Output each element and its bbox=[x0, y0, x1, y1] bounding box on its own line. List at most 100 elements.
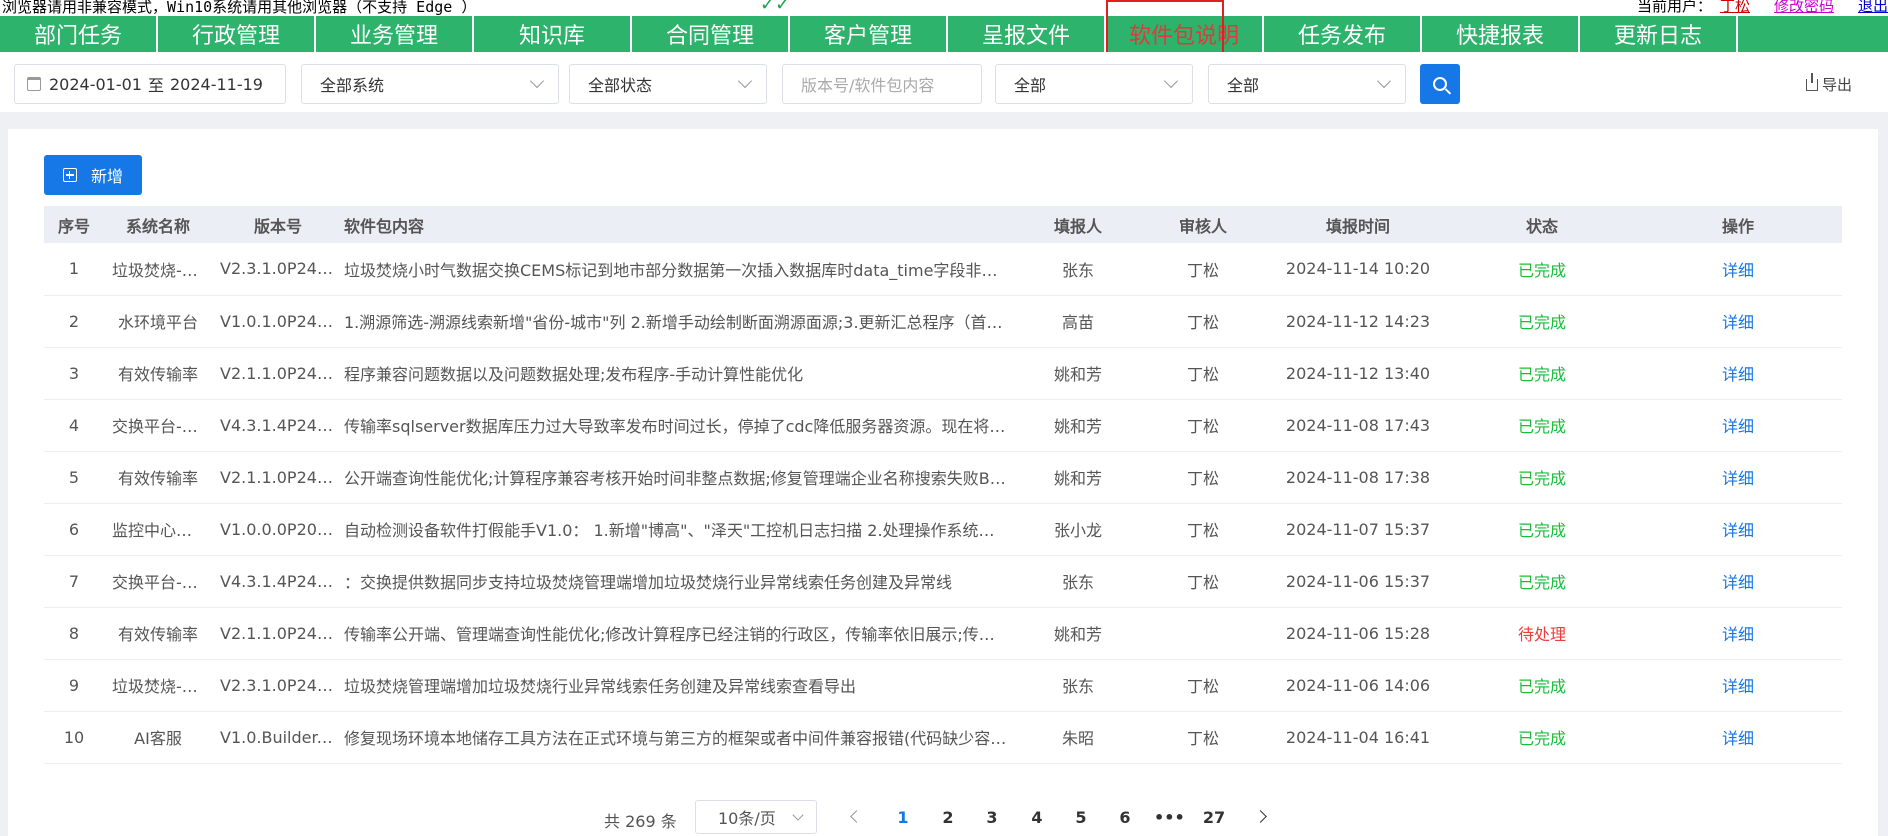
row-version: V4.3.1.4P241… bbox=[220, 571, 344, 591]
filter-bar: 2024-01-01 至 2024-11-19 全部系统 全部状态 版本号/软件… bbox=[0, 52, 1888, 112]
row-action[interactable]: 详细 bbox=[1634, 347, 1842, 399]
row-system: 垃圾焚烧-管… bbox=[112, 677, 212, 696]
row-time: 2024-11-08 17:38 bbox=[1285, 467, 1431, 487]
col-reviewer: 审核人 bbox=[1178, 216, 1227, 236]
nav-item-task-publish[interactable]: 任务发布 bbox=[1264, 16, 1422, 52]
total-count: 共 269 条 bbox=[604, 812, 677, 831]
row-action[interactable]: 详细 bbox=[1634, 555, 1842, 607]
row-content: 自动检测设备软件打假能手V1.0： 1.新增"博高"、"泽天"工控机日志扫描 2… bbox=[344, 521, 1011, 540]
chevron-down-icon bbox=[737, 73, 753, 89]
row-content: 垃圾焚烧小时气数据交换CEMS标记到地市部分数据第一次插入数据库时data_ti… bbox=[344, 260, 1014, 280]
row-index: 5 bbox=[68, 467, 80, 487]
chevron-down-icon bbox=[1376, 73, 1392, 89]
nav-item-dept-tasks[interactable]: 部门任务 bbox=[0, 16, 158, 52]
nav-item-business[interactable]: 业务管理 bbox=[316, 16, 474, 52]
row-action[interactable]: 详细 bbox=[1634, 399, 1842, 451]
col-content: 软件包内容 bbox=[344, 216, 425, 236]
page-1[interactable]: 1 bbox=[888, 808, 918, 827]
row-status: 已完成 bbox=[1517, 469, 1566, 488]
page-6[interactable]: 6 bbox=[1110, 808, 1140, 827]
chevron-down-icon bbox=[792, 809, 804, 821]
nav-item-changelog[interactable]: 更新日志 bbox=[1580, 16, 1738, 52]
row-system: 有效传输率 bbox=[117, 365, 198, 384]
row-version: V4.3.1.4P241… bbox=[220, 415, 344, 435]
row-content: 程序兼容问题数据以及问题数据处理;发布程序-手动计算性能优化 bbox=[344, 365, 804, 384]
row-reviewer: 丁松 bbox=[1186, 365, 1219, 384]
row-status: 待处理 bbox=[1517, 625, 1566, 644]
plus-square-icon bbox=[62, 168, 77, 182]
row-reviewer bbox=[1140, 607, 1266, 659]
system-select-value: 全部系统 bbox=[320, 76, 385, 95]
page-size-value: 10条/页 bbox=[718, 809, 776, 828]
nav-item-quick-reports[interactable]: 快捷报表 bbox=[1422, 16, 1580, 52]
status-select[interactable]: 全部状态 bbox=[569, 64, 767, 104]
nav-item-software-package[interactable]: 软件包说明 bbox=[1106, 16, 1264, 52]
row-index: 9 bbox=[68, 675, 80, 695]
page-4[interactable]: 4 bbox=[1022, 808, 1052, 827]
col-system: 系统名称 bbox=[125, 216, 190, 236]
row-action[interactable]: 详细 bbox=[1634, 607, 1842, 659]
next-page-icon[interactable] bbox=[1254, 810, 1267, 823]
row-status: 已完成 bbox=[1517, 677, 1566, 696]
table-row: 5 有效传输率 V2.1.1.0P241… 公开端查询性能优化;计算程序兼容考核开始时… bbox=[44, 451, 1842, 503]
add-button[interactable]: 新增 bbox=[44, 155, 142, 195]
search-button[interactable] bbox=[1420, 64, 1460, 104]
row-status: 已完成 bbox=[1517, 573, 1566, 592]
row-reviewer: 丁松 bbox=[1186, 677, 1219, 696]
row-time: 2024-11-06 15:37 bbox=[1285, 571, 1431, 591]
row-index: 8 bbox=[68, 623, 80, 643]
system-select[interactable]: 全部系统 bbox=[301, 64, 559, 104]
export-icon bbox=[1806, 72, 1818, 91]
col-index: 序号 bbox=[57, 216, 90, 236]
row-version: V2.1.1.0P241… bbox=[220, 623, 344, 643]
filter-select-5[interactable]: 全部 bbox=[1208, 64, 1406, 104]
row-reporter: 姚和芳 bbox=[1053, 365, 1102, 384]
row-system: 监控中心网站 bbox=[112, 521, 209, 540]
row-content: 传输率公开端、管理端查询性能优化;修改计算程序已经注销的行政区，传输率依旧展示;… bbox=[344, 625, 995, 644]
row-content: 公开端查询性能优化;计算程序兼容考核开始时间非整点数据;修复管理端企业名称搜索失… bbox=[344, 469, 1006, 488]
row-version: V1.0.Builder.… bbox=[220, 727, 338, 747]
nav-item-customers[interactable]: 客户管理 bbox=[790, 16, 948, 52]
page-27[interactable]: 27 bbox=[1199, 808, 1229, 827]
software-package-table: 序号 系统名称 版本号 软件包内容 填报人 审核人 填报时间 状态 操作 1 垃圾… bbox=[44, 206, 1842, 764]
row-reporter: 张东 bbox=[1061, 677, 1094, 696]
page-size-select[interactable]: 10条/页 bbox=[695, 800, 817, 834]
row-action[interactable]: 详细 bbox=[1634, 659, 1842, 711]
table-row: 6 监控中心网站 V1.0.0.0P202… 自动检测设备软件打假能手V1.0： 1.… bbox=[44, 503, 1842, 555]
row-reporter: 姚和芳 bbox=[1053, 417, 1102, 436]
row-action[interactable]: 详细 bbox=[1634, 243, 1842, 295]
row-action[interactable]: 详细 bbox=[1634, 451, 1842, 503]
chevron-down-icon bbox=[1163, 73, 1179, 89]
row-reviewer: 丁松 bbox=[1186, 417, 1219, 436]
date-end: 2024-11-19 bbox=[170, 74, 263, 94]
date-range-picker[interactable]: 2024-01-01 至 2024-11-19 bbox=[14, 64, 286, 104]
prev-page-icon[interactable] bbox=[850, 810, 863, 823]
row-index: 1 bbox=[68, 259, 80, 279]
row-content: 1.溯源筛选-溯源线索新增"省份-城市"列 2.新增手动绘制断面溯源面源;3.更… bbox=[344, 313, 1016, 332]
page-ellipsis[interactable]: ••• bbox=[1154, 808, 1185, 827]
row-action[interactable]: 详细 bbox=[1634, 503, 1842, 555]
filter-select-4[interactable]: 全部 bbox=[995, 64, 1193, 104]
nav-item-admin[interactable]: 行政管理 bbox=[158, 16, 316, 52]
nav-item-reports[interactable]: 呈报文件 bbox=[948, 16, 1106, 52]
keyword-input[interactable]: 版本号/软件包内容 bbox=[782, 64, 982, 104]
nav-item-knowledge[interactable]: 知识库 bbox=[474, 16, 632, 52]
nav-item-contracts[interactable]: 合同管理 bbox=[632, 16, 790, 52]
page-3[interactable]: 3 bbox=[977, 808, 1007, 827]
page-5[interactable]: 5 bbox=[1066, 808, 1096, 827]
logout-link[interactable]: 退出 bbox=[1858, 0, 1888, 15]
table-row: 2 水环境平台 V1.0.1.0P241… 1.溯源筛选-溯源线索新增"省份-城市"列… bbox=[44, 295, 1842, 347]
col-actions: 操作 bbox=[1721, 216, 1754, 236]
current-user-link[interactable]: 丁松 bbox=[1720, 0, 1750, 15]
row-action[interactable]: 详细 bbox=[1634, 711, 1842, 763]
table-row: 10 AI客服 V1.0.Builder.… 修复现场环境本地储存工具方法在正式环境与… bbox=[44, 711, 1842, 763]
row-action[interactable]: 详细 bbox=[1634, 295, 1842, 347]
row-index: 2 bbox=[68, 311, 80, 331]
row-system: 有效传输率 bbox=[117, 625, 198, 644]
page-2[interactable]: 2 bbox=[933, 808, 963, 827]
change-password-link[interactable]: 修改密码 bbox=[1774, 0, 1834, 15]
date-start: 2024-01-01 bbox=[49, 74, 142, 94]
content-card: 新增 序号 系统名称 版本号 软件包内容 填报人 审核人 填报时间 状态 操作 … bbox=[8, 129, 1878, 836]
row-time: 2024-11-12 13:40 bbox=[1285, 363, 1431, 383]
export-button[interactable]: 导出 bbox=[1806, 72, 1852, 95]
